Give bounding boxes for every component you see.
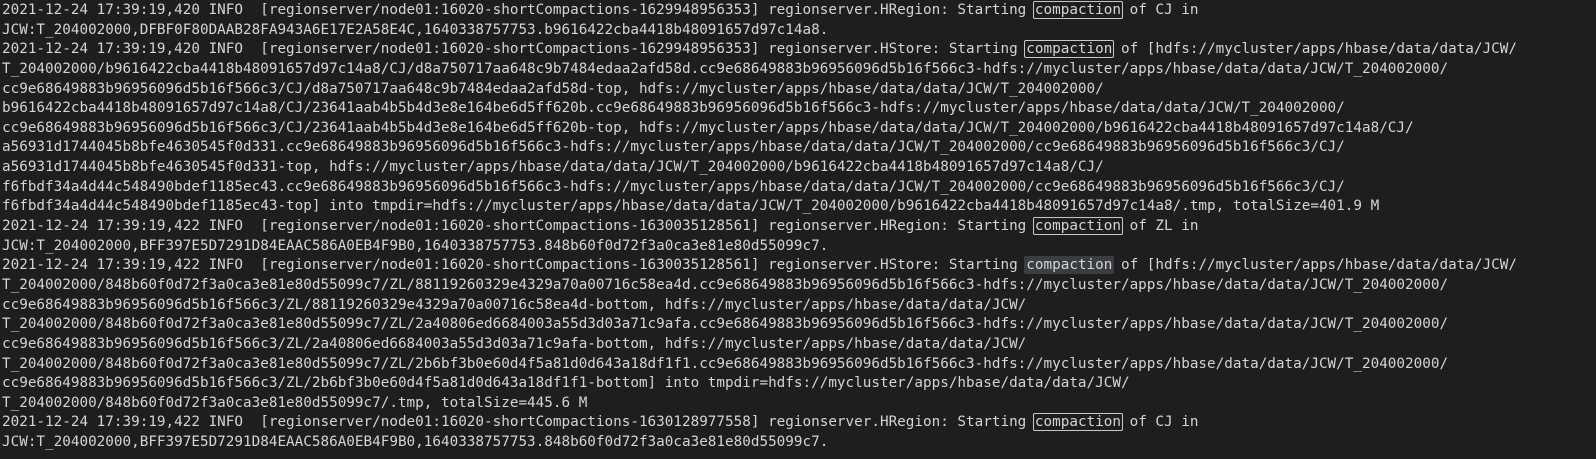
search-match-highlight: compaction (1032, 217, 1123, 236)
log-line: T_204002000/848b60f0d72f3a0ca3e81e80d550… (2, 276, 1449, 293)
log-line: cc9e68649883b96956096d5b16f566c3/CJ/2364… (2, 119, 1414, 136)
log-line: T_204002000/b9616422cba4418b48091657d97c… (2, 60, 1449, 77)
log-line: a56931d1744045b8bfe4630545f0d331.cc9e686… (2, 139, 1345, 156)
log-line: cc9e68649883b96956096d5b16f566c3/ZL/8811… (2, 296, 1027, 313)
search-match-highlight: compaction (1032, 1, 1123, 19)
log-line: 2021-12-24 17:39:19,422 INFO [regionserv… (2, 256, 1517, 275)
log-line: cc9e68649883b96956096d5b16f566c3/CJ/d8a7… (2, 80, 1104, 97)
search-match-highlight: compaction (1032, 413, 1123, 432)
log-line: b9616422cba4418b48091657d97c14a8/CJ/2364… (2, 100, 1345, 117)
log-line: T_204002000/848b60f0d72f3a0ca3e81e80d550… (2, 394, 588, 411)
log-line: JCW:T_204002000,DFBF0F80DAAB28FA943A6E17… (2, 21, 829, 38)
log-line: 2021-12-24 17:39:19,420 INFO [regionserv… (2, 1, 1199, 19)
log-line: f6fbdf34a4d44c548490bdef1185ec43.cc9e686… (2, 178, 1345, 195)
log-line: a56931d1744045b8bfe4630545f0d331-top, hd… (2, 159, 1104, 176)
log-line: 2021-12-24 17:39:19,422 INFO [regionserv… (2, 217, 1199, 236)
log-line: JCW:T_204002000,BFF397E5D7291D84EAAC586A… (2, 434, 829, 451)
log-line: f6fbdf34a4d44c548490bdef1185ec43-top] in… (2, 198, 1380, 215)
log-line: cc9e68649883b96956096d5b16f566c3/ZL/2a40… (2, 335, 1027, 352)
log-line: 2021-12-24 17:39:19,422 INFO [regionserv… (2, 413, 1199, 432)
search-match-highlight: compaction (1024, 40, 1115, 59)
search-match-highlight: compaction (1024, 256, 1115, 275)
terminal-window[interactable]: 2021-12-24 17:39:19,420 INFO [regionserv… (0, 0, 1596, 459)
log-line: cc9e68649883b96956096d5b16f566c3/ZL/2b6b… (2, 375, 1130, 392)
log-line: T_204002000/848b60f0d72f3a0ca3e81e80d550… (2, 355, 1449, 372)
log-line: 2021-12-24 17:39:19,420 INFO [regionserv… (2, 40, 1517, 59)
log-line: T_204002000/848b60f0d72f3a0ca3e81e80d550… (2, 316, 1449, 333)
log-line: JCW:T_204002000,BFF397E5D7291D84EAAC586A… (2, 237, 829, 254)
log-output: 2021-12-24 17:39:19,420 INFO [regionserv… (2, 1, 1596, 453)
